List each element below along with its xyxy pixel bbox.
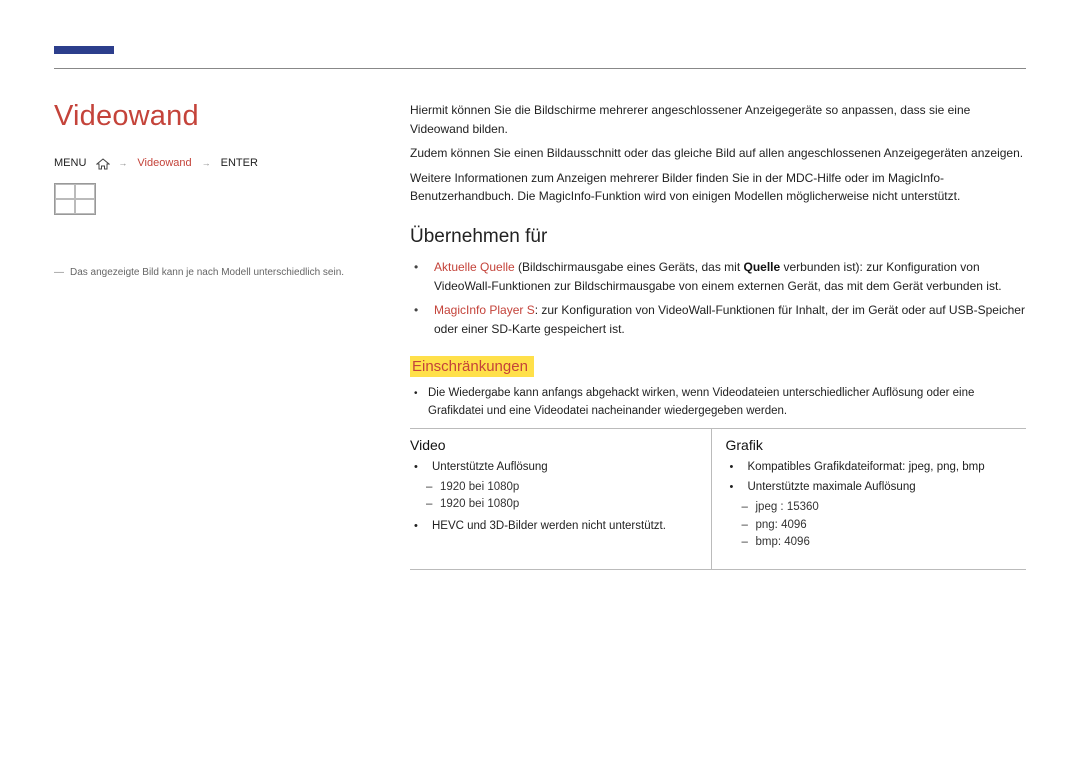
breadcrumb-active: Videowand	[137, 157, 191, 169]
intro-para-1: Hiermit können Sie die Bildschirme mehre…	[410, 101, 1026, 138]
grafik-bmp: bmp: 4096	[742, 534, 1017, 551]
grafik-res-list: jpeg : 15360 png: 4096 bmp: 4096	[726, 499, 1017, 551]
top-accent-bar	[54, 46, 114, 54]
apply-to-heading: Übernehmen für	[410, 226, 1026, 248]
grafik-heading: Grafik	[726, 437, 1017, 453]
term-magicinfo-player-s: MagicInfo Player S	[434, 303, 535, 317]
home-icon	[96, 158, 108, 168]
video-res-1: 1920 bei 1080p	[426, 479, 701, 496]
page-body: Videowand MENU → Videowand → ENTER Das a…	[0, 0, 1080, 570]
spec-table: Video Unterstützte Auflösung 1920 bei 10…	[410, 428, 1026, 570]
top-horizontal-rule	[54, 68, 1026, 69]
video-resolution-label: Unterstützte Auflösung	[410, 459, 701, 476]
chevron-right-icon: →	[118, 158, 127, 168]
breadcrumb-menu-label: MENU	[54, 157, 86, 169]
video-hevc-note: HEVC und 3D-Bilder werden nicht unterstü…	[410, 518, 701, 535]
videowall-grid-icon	[54, 183, 96, 215]
term-aktuelle-quelle: Aktuelle Quelle	[434, 260, 515, 274]
breadcrumb-enter-label: ENTER	[221, 157, 258, 169]
grafik-jpeg: jpeg : 15360	[742, 499, 1017, 516]
right-column: Hiermit können Sie die Bildschirme mehre…	[410, 100, 1026, 570]
restriction-note: Die Wiedergabe kann anfangs abgehackt wi…	[410, 385, 1026, 420]
apply-to-item-magicinfo: MagicInfo Player S: zur Konfiguration vo…	[410, 301, 1026, 338]
restrictions-list: Die Wiedergabe kann anfangs abgehackt wi…	[410, 385, 1026, 420]
grafik-column: Grafik Kompatibles Grafikdateiformat: jp…	[711, 429, 1027, 569]
term-quelle: Quelle	[743, 260, 780, 274]
video-column: Video Unterstützte Auflösung 1920 bei 10…	[410, 429, 711, 569]
apply-to-item-aktuelle-quelle: Aktuelle Quelle (Bildschirmausgabe eines…	[410, 258, 1026, 295]
restrictions-heading: Einschränkungen	[410, 356, 534, 377]
grafik-format: Kompatibles Grafikdateiformat: jpeg, png…	[726, 459, 1017, 476]
page-title: Videowand	[54, 100, 390, 133]
intro-para-2: Zudem können Sie einen Bildausschnitt od…	[410, 144, 1026, 163]
apply-to-list: Aktuelle Quelle (Bildschirmausgabe eines…	[410, 258, 1026, 338]
grafik-maxres-label: Unterstützte maximale Auflösung	[726, 479, 1017, 496]
video-resolution-list: 1920 bei 1080p 1920 bei 1080p	[410, 479, 701, 514]
breadcrumb: MENU → Videowand → ENTER	[54, 157, 390, 169]
intro-para-3: Weitere Informationen zum Anzeigen mehre…	[410, 169, 1026, 206]
chevron-right-icon: →	[202, 158, 211, 168]
model-note: Das angezeigte Bild kann je nach Modell …	[54, 265, 390, 280]
left-column: Videowand MENU → Videowand → ENTER Das a…	[54, 100, 410, 570]
grafik-png: png: 4096	[742, 517, 1017, 534]
video-heading: Video	[410, 437, 701, 453]
video-res-2: 1920 bei 1080p	[426, 496, 701, 513]
